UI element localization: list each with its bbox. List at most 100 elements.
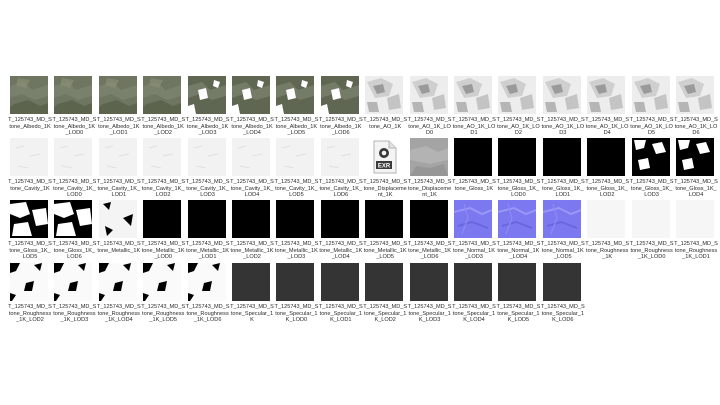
image-thumbnail[interactable] [187, 76, 226, 114]
image-thumbnail[interactable] [409, 200, 448, 238]
image-thumbnail[interactable] [587, 138, 626, 176]
image-thumbnail[interactable] [98, 76, 137, 114]
file-name-label: T_125743_MD_Stone_Roughness_1K_LOD6 [185, 304, 230, 324]
file-name-label: T_125743_MD_Stone_Normal_1K_LOD4 [496, 241, 541, 261]
image-thumbnail[interactable] [232, 76, 270, 114]
image-thumbnail[interactable] [409, 263, 448, 301]
image-thumbnail[interactable] [98, 138, 137, 176]
file-name-label: T_125743_MD_Stone_AO_1K_LOD4 [585, 117, 630, 137]
image-thumbnail[interactable] [365, 263, 404, 301]
image-thumbnail[interactable] [454, 200, 492, 238]
image-thumbnail[interactable] [187, 200, 226, 238]
image-thumbnail[interactable] [10, 138, 48, 176]
image-thumbnail[interactable] [676, 200, 714, 238]
file-name-label: T_125743_MD_Stone_Metallic_1K_LOD0 [141, 241, 186, 261]
file-name-label: T_125743_MD_Stone_Cavity_1K_LOD1 [96, 179, 141, 199]
image-thumbnail[interactable] [320, 76, 359, 114]
file-name-label: T_125743_MD_Stone_Albedo_1K_LOD1 [96, 117, 141, 137]
image-thumbnail[interactable] [542, 263, 581, 301]
file-name-label: T_125743_MD_Stone_AO_1K_LOD3 [540, 117, 585, 137]
image-thumbnail[interactable] [631, 200, 670, 238]
exr-file-icon[interactable]: EXR [365, 138, 404, 176]
image-thumbnail[interactable] [232, 200, 270, 238]
image-thumbnail[interactable] [10, 200, 48, 238]
image-thumbnail[interactable] [143, 138, 182, 176]
file-name-label: T_125743_MD_Stone_Cavity_1K_LOD4 [230, 179, 274, 199]
file-name-label: T_125743_MD_Stone_Roughness_1K_LOD4 [96, 304, 141, 324]
file-name-label: T_125743_MD_Stone_Albedo_1K_LOD5 [274, 117, 319, 137]
image-thumbnail[interactable] [232, 263, 270, 301]
image-thumbnail[interactable] [232, 138, 270, 176]
image-thumbnail[interactable] [676, 138, 714, 176]
image-thumbnail[interactable] [409, 76, 448, 114]
image-thumbnail[interactable] [10, 263, 48, 301]
file-name-label: T_125743_MD_Stone_Specular_1K_LOD5 [496, 304, 541, 324]
image-thumbnail[interactable] [54, 76, 93, 114]
image-thumbnail[interactable] [498, 138, 537, 176]
image-thumbnail[interactable] [631, 76, 670, 114]
image-thumbnail[interactable] [187, 138, 226, 176]
image-thumbnail[interactable] [454, 138, 492, 176]
file-name-label: T_125743_MD_Stone_Specular_1K_LOD2 [363, 304, 408, 324]
image-thumbnail[interactable] [631, 138, 670, 176]
file-name-label: T_125743_MD_Stone_Metallic_1K_LOD3 [274, 241, 319, 261]
image-thumbnail[interactable] [542, 200, 581, 238]
file-name-label: T_125743_MD_Stone_Roughness_1K [585, 241, 630, 261]
image-thumbnail[interactable] [98, 263, 137, 301]
image-thumbnail[interactable] [320, 200, 359, 238]
image-thumbnail[interactable] [276, 138, 315, 176]
image-thumbnail[interactable] [365, 200, 404, 238]
image-thumbnail[interactable] [587, 200, 626, 238]
file-name-label: T_125743_MD_Stone_Roughness_1K_LOD3 [52, 304, 97, 324]
file-name-label: T_125743_MD_Stone_Albedo_1K_LOD6 [318, 117, 363, 137]
file-name-label: T_125743_MD_Stone_Specular_1K_LOD6 [540, 304, 585, 324]
image-thumbnail[interactable] [676, 76, 714, 114]
file-name-label: T_125743_MD_Stone_Metallic_1K_LOD2 [230, 241, 274, 261]
image-thumbnail[interactable] [498, 200, 537, 238]
file-name-label: T_125743_MD_Stone_Roughness_1K_LOD1 [674, 241, 718, 261]
file-name-label: T_125743_MD_Stone_Albedo_1K_LOD3 [185, 117, 230, 137]
file-name-label: T_125743_MD_Stone_Specular_1K_LOD4 [452, 304, 496, 324]
image-thumbnail[interactable] [454, 263, 492, 301]
file-name-label: T_125743_MD_Stone_Albedo_1K_LOD2 [141, 117, 186, 137]
image-thumbnail[interactable] [365, 76, 404, 114]
image-thumbnail[interactable] [143, 200, 182, 238]
image-thumbnail[interactable] [143, 76, 182, 114]
file-name-label: T_125743_MD_Stone_Metallic_1K [96, 241, 141, 254]
file-name-label: T_125743_MD_Stone_Cavity_1K_LOD3 [185, 179, 230, 199]
file-name-label: T_125743_MD_Stone_Specular_1K_LOD1 [318, 304, 363, 324]
file-name-label: T_125743_MD_Stone_Gloss_1K [452, 179, 496, 192]
image-thumbnail[interactable] [143, 263, 182, 301]
image-thumbnail[interactable] [54, 138, 93, 176]
file-name-label: T_125743_MD_Stone_Albedo_1K_LOD4 [230, 117, 274, 137]
file-name-label: T_125743_MD_Stone_Displacement_1K [363, 179, 408, 199]
image-thumbnail[interactable] [454, 76, 492, 114]
file-name-label: T_125743_MD_Stone_AO_1K_LOD2 [496, 117, 541, 137]
image-thumbnail[interactable] [276, 263, 315, 301]
image-thumbnail[interactable] [10, 76, 48, 114]
image-thumbnail[interactable] [587, 76, 626, 114]
image-thumbnail[interactable] [409, 138, 448, 176]
image-thumbnail[interactable] [276, 200, 315, 238]
image-thumbnail[interactable] [498, 263, 537, 301]
image-thumbnail[interactable] [98, 200, 137, 238]
file-name-label: T_125743_MD_Stone_AO_1K_LOD5 [629, 117, 674, 137]
file-name-label: T_125743_MD_Stone_Cavity_1K_LOD2 [141, 179, 186, 199]
image-thumbnail[interactable] [320, 138, 359, 176]
file-name-label: T_125743_MD_Stone_Cavity_1K_LOD5 [274, 179, 319, 199]
file-name-label: T_125743_MD_Stone_Specular_1K_LOD3 [407, 304, 452, 324]
image-thumbnail[interactable] [54, 263, 93, 301]
file-name-label: T_125743_MD_Stone_AO_1K_LOD0 [407, 117, 452, 137]
image-thumbnail[interactable] [498, 76, 537, 114]
file-name-label: T_125743_MD_Stone_Gloss_1K_LOD4 [674, 179, 718, 199]
image-thumbnail[interactable] [542, 76, 581, 114]
image-thumbnail[interactable] [54, 200, 93, 238]
file-name-label: T_125743_MD_Stone_Metallic_1K_LOD5 [363, 241, 408, 261]
image-thumbnail[interactable] [542, 138, 581, 176]
image-thumbnail[interactable] [276, 76, 315, 114]
file-name-label: T_125743_MD_Stone_Metallic_1K_LOD4 [318, 241, 363, 261]
file-name-label: T_125743_MD_Stone_Albedo_1K_LOD0 [52, 117, 97, 137]
file-name-label: T_125743_MD_Stone_Roughness_1K_LOD2 [8, 304, 52, 324]
image-thumbnail[interactable] [320, 263, 359, 301]
image-thumbnail[interactable] [187, 263, 226, 301]
